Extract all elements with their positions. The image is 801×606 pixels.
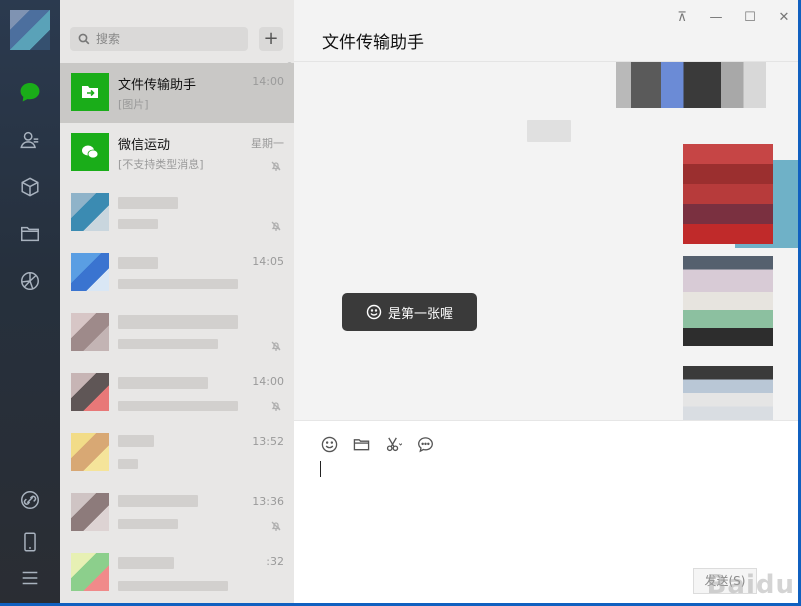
image-message[interactable]	[683, 256, 773, 346]
conversation-list: + 文件传输助手 14:00 [图片] 微信运动 星期一 [不支持类型消息]	[60, 0, 294, 606]
chat-title: 文件传输助手	[322, 33, 424, 53]
nav-rail	[0, 0, 60, 606]
conversation-preview: [图片]	[118, 98, 149, 111]
contact-avatar	[71, 433, 109, 471]
conversation-preview: [不支持类型消息]	[118, 158, 204, 171]
contacts-icon[interactable]	[18, 128, 42, 152]
search-input[interactable]	[96, 32, 246, 46]
list-item[interactable]: 13:36	[60, 483, 294, 543]
smile-icon	[366, 304, 382, 320]
list-item[interactable]: :32	[60, 543, 294, 603]
list-item[interactable]: 文件传输助手 14:00 [图片]	[60, 63, 294, 123]
toast-notification: 是第一张喔	[342, 293, 477, 331]
conversation-name: 微信运动	[118, 138, 171, 153]
blurred-preview	[118, 581, 228, 591]
wechat-logo-icon	[82, 145, 99, 159]
conversation-time: 13:36	[252, 495, 284, 508]
mute-icon	[270, 217, 282, 231]
files-icon[interactable]	[18, 222, 42, 246]
list-item[interactable]	[60, 303, 294, 363]
chat-icon[interactable]	[18, 80, 42, 104]
pin-icon[interactable]: ⊼	[665, 0, 699, 34]
blurred-name	[118, 377, 208, 389]
add-chat-button[interactable]: +	[259, 27, 283, 51]
mini-program-icon[interactable]	[18, 175, 42, 199]
chat-history-icon[interactable]	[416, 435, 434, 453]
conversation-time: 14:00	[252, 375, 284, 388]
search-box[interactable]	[70, 27, 248, 51]
blurred-name	[118, 495, 198, 507]
image-message[interactable]	[683, 144, 773, 244]
blurred-preview	[118, 219, 158, 229]
blurred-name	[118, 257, 158, 269]
contact-avatar	[71, 313, 109, 351]
mute-icon	[270, 337, 282, 351]
conversation-name: 文件传输助手	[118, 78, 197, 93]
conversation-time: :32	[266, 555, 284, 568]
composer-toolbar	[320, 435, 434, 453]
folder-icon[interactable]	[352, 435, 370, 453]
file-transfer-avatar	[71, 73, 109, 111]
blurred-preview	[118, 339, 218, 349]
watermark-logo: Baidu	[706, 570, 795, 600]
text-cursor	[320, 461, 321, 477]
contact-avatar	[71, 553, 109, 591]
list-item[interactable]: 14:05	[60, 243, 294, 303]
blurred-name	[118, 315, 238, 329]
blurred-preview	[118, 401, 238, 411]
blurred-preview	[118, 279, 238, 289]
minimize-button[interactable]: —	[699, 0, 733, 34]
message-area[interactable]: 是第一张喔	[294, 62, 801, 420]
moments-icon[interactable]	[18, 269, 42, 293]
blurred-name	[118, 557, 174, 569]
scissors-icon[interactable]	[384, 435, 402, 453]
mute-icon	[270, 157, 282, 171]
folder-arrow-icon	[82, 86, 98, 98]
window-controls: ⊼ — ☐ ✕	[665, 0, 801, 34]
contact-avatar	[71, 493, 109, 531]
blurred-name	[118, 435, 154, 447]
message-composer[interactable]: 发送(S) Baidu	[294, 420, 801, 606]
conversation-time: 14:00	[252, 75, 284, 88]
emoji-icon[interactable]	[320, 435, 338, 453]
mute-icon	[270, 397, 282, 411]
search-icon	[78, 33, 90, 45]
phone-icon[interactable]	[18, 530, 42, 554]
list-item[interactable]: 微信运动 星期一 [不支持类型消息]	[60, 123, 294, 183]
contact-avatar	[71, 253, 109, 291]
menu-icon[interactable]	[18, 566, 42, 590]
close-button[interactable]: ✕	[767, 0, 801, 34]
contact-avatar	[71, 193, 109, 231]
blurred-preview	[118, 519, 178, 529]
timestamp-blurred	[527, 120, 571, 142]
user-avatar[interactable]	[10, 10, 50, 50]
conversation-time: 星期一	[251, 137, 284, 150]
conversation-time: 14:05	[252, 255, 284, 268]
chat-panel: ⊼ — ☐ ✕ 文件传输助手 是第一张喔 发送(S) Baidu	[294, 0, 801, 606]
maximize-button[interactable]: ☐	[733, 0, 767, 34]
blurred-preview	[118, 459, 138, 469]
link-icon[interactable]	[18, 488, 42, 512]
conversation-time: 13:52	[252, 435, 284, 448]
mute-icon	[270, 517, 282, 531]
image-message[interactable]	[683, 366, 773, 420]
blurred-name	[118, 197, 178, 209]
list-item[interactable]	[60, 183, 294, 243]
list-item[interactable]: 13:52	[60, 423, 294, 483]
list-item[interactable]: 14:00	[60, 363, 294, 423]
image-message[interactable]	[616, 62, 766, 108]
contact-avatar	[71, 373, 109, 411]
toast-text: 是第一张喔	[387, 306, 453, 322]
wechat-sports-avatar	[71, 133, 109, 171]
